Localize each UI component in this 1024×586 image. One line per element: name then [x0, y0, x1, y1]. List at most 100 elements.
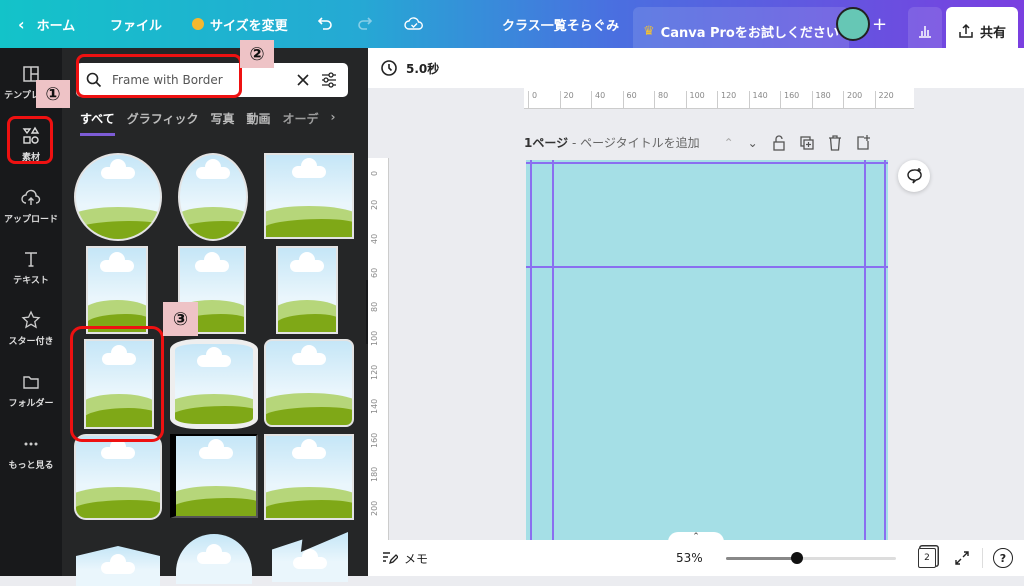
trash-icon[interactable] — [828, 134, 842, 151]
duration-bar[interactable]: 5.0秒 — [368, 48, 1024, 88]
zoom-slider-fill — [726, 557, 798, 560]
ruler-tick-label: 120 — [370, 364, 379, 380]
lock-icon[interactable] — [772, 134, 786, 151]
divider — [982, 548, 983, 568]
add-comment-button[interactable] — [898, 160, 930, 192]
vertical-ruler: 0 20 40 60 80 100 120 140 160 180 200 — [368, 158, 389, 540]
help-button[interactable]: ? — [993, 548, 1013, 568]
frame-thumbnail[interactable] — [264, 339, 354, 427]
guide-line — [526, 266, 888, 268]
more-icon — [24, 442, 38, 446]
page-count-button[interactable]: 2 — [918, 548, 936, 568]
home-button[interactable]: ‹ ホーム — [18, 0, 75, 48]
page-header: 1ページ - ページタイトルを追加 ⌃ ⌄ — [524, 134, 870, 151]
nav-folders[interactable]: フォルダー — [0, 372, 62, 409]
fullscreen-icon[interactable] — [954, 550, 970, 566]
canvas-area: 5.0秒 0 20 40 60 80 100 120 140 160 180 200 220 0 20 4… — [368, 48, 1024, 542]
nav-uploads[interactable]: アップロード — [0, 188, 62, 225]
nav-label: もっと見る — [8, 461, 54, 471]
nav-label: フォルダー — [8, 399, 54, 409]
add-collaborator-button[interactable]: + — [872, 0, 887, 48]
folder-icon — [23, 376, 39, 389]
annotation-1: ① — [36, 80, 70, 108]
star-icon — [21, 310, 41, 329]
tab-all[interactable]: すべて — [80, 110, 115, 136]
home-label: ホーム — [36, 18, 76, 34]
ruler-tick-label: 140 — [748, 91, 768, 109]
frame-thumbnail[interactable] — [178, 153, 248, 241]
duration-label: 5.0秒 — [406, 61, 440, 76]
ruler-tick-label: 160 — [780, 91, 799, 109]
clear-icon[interactable] — [296, 73, 310, 87]
guide-line — [884, 160, 886, 540]
notes-button[interactable]: メモ — [382, 550, 428, 567]
nav-text[interactable]: テキスト — [0, 249, 62, 286]
filter-icon[interactable] — [320, 72, 338, 88]
frame-thumbnail[interactable] — [86, 246, 148, 334]
ruler-tick-label: 140 — [370, 398, 379, 414]
redo-button[interactable] — [356, 0, 374, 48]
guide-line — [552, 160, 554, 540]
ruler-tick-label: 200 — [370, 500, 379, 516]
page-title[interactable]: 1ページ - ページタイトルを追加 — [524, 134, 700, 151]
pro-label: Canva Proをお試しください — [660, 25, 839, 41]
ruler-tick-label: 100 — [685, 91, 705, 109]
frame-thumbnail[interactable] — [264, 153, 354, 239]
duplicate-icon[interactable] — [800, 135, 814, 150]
ruler-tick-label: 60 — [370, 267, 379, 278]
ruler-tick-label: 20 — [370, 199, 379, 210]
ruler-tick-label: 120 — [717, 91, 736, 109]
frame-thumbnail[interactable] — [74, 434, 162, 520]
add-page-icon[interactable] — [856, 134, 870, 151]
frame-thumbnail[interactable] — [170, 339, 258, 429]
notes-label: メモ — [404, 551, 429, 566]
chevron-down-icon[interactable]: ⌄ — [748, 136, 758, 150]
frame-thumbnail[interactable] — [170, 434, 258, 518]
frame-thumbnail[interactable] — [76, 546, 160, 586]
tab-graphics[interactable]: グラフィック — [127, 110, 199, 136]
ruler-tick-label: 160 — [370, 432, 379, 448]
ruler-tick-label: 220 — [874, 91, 894, 109]
frame-thumbnail[interactable] — [264, 434, 354, 520]
avatar[interactable] — [836, 7, 870, 41]
undo-icon — [317, 17, 332, 30]
highlight-elements — [7, 116, 53, 164]
nav-label: スター付き — [8, 337, 54, 347]
cloud-save-button[interactable] — [404, 0, 424, 48]
frame-thumbnail[interactable] — [74, 153, 162, 241]
zoom-slider-knob[interactable] — [791, 552, 804, 564]
chevron-up-icon[interactable]: ⌃ — [724, 136, 734, 150]
nav-label: テキスト — [13, 276, 49, 286]
ruler-tick-label: 100 — [370, 330, 379, 346]
zoom-value[interactable]: 53% — [676, 551, 703, 565]
share-label: 共有 — [980, 25, 1007, 41]
ruler-tick-label: 40 — [591, 91, 605, 109]
frame-thumbnail[interactable] — [176, 534, 252, 584]
nav-more[interactable]: もっと見る — [0, 434, 62, 471]
bottom-bar: メモ 53% 2 ? — [368, 540, 1024, 576]
frame-thumbnail[interactable] — [276, 246, 338, 334]
horizontal-ruler: 0 20 40 60 80 100 120 140 160 180 200 220 — [524, 88, 914, 109]
clock-icon — [381, 60, 397, 76]
top-bar: ‹ ホーム ファイル サイズを変更 クラス一覧そらぐみ ♛ Canva Proを… — [0, 0, 1024, 55]
help-icon: ? — [999, 551, 1007, 565]
redo-icon — [358, 17, 373, 30]
guide-line — [530, 160, 532, 540]
tab-audio[interactable]: オーデ — [282, 110, 318, 136]
document-title[interactable]: クラス一覧そらぐみ — [502, 0, 619, 48]
zoom-slider[interactable] — [726, 552, 896, 564]
bar-chart-icon — [919, 26, 931, 38]
design-page[interactable] — [526, 160, 888, 540]
highlight-search — [76, 54, 242, 98]
ruler-tick-label: 80 — [370, 301, 379, 312]
ruler-tick-label: 0 — [370, 170, 379, 176]
nav-starred[interactable]: スター付き — [0, 310, 62, 347]
tab-photos[interactable]: 写真 — [210, 110, 234, 136]
text-icon — [25, 252, 37, 267]
tabs-next-icon[interactable]: › — [331, 110, 336, 136]
page-title-placeholder: - ページタイトルを追加 — [568, 136, 700, 150]
file-menu[interactable]: ファイル — [110, 0, 162, 48]
undo-button[interactable] — [316, 0, 334, 48]
frame-thumbnail[interactable] — [272, 532, 348, 582]
tab-videos[interactable]: 動画 — [246, 110, 270, 136]
